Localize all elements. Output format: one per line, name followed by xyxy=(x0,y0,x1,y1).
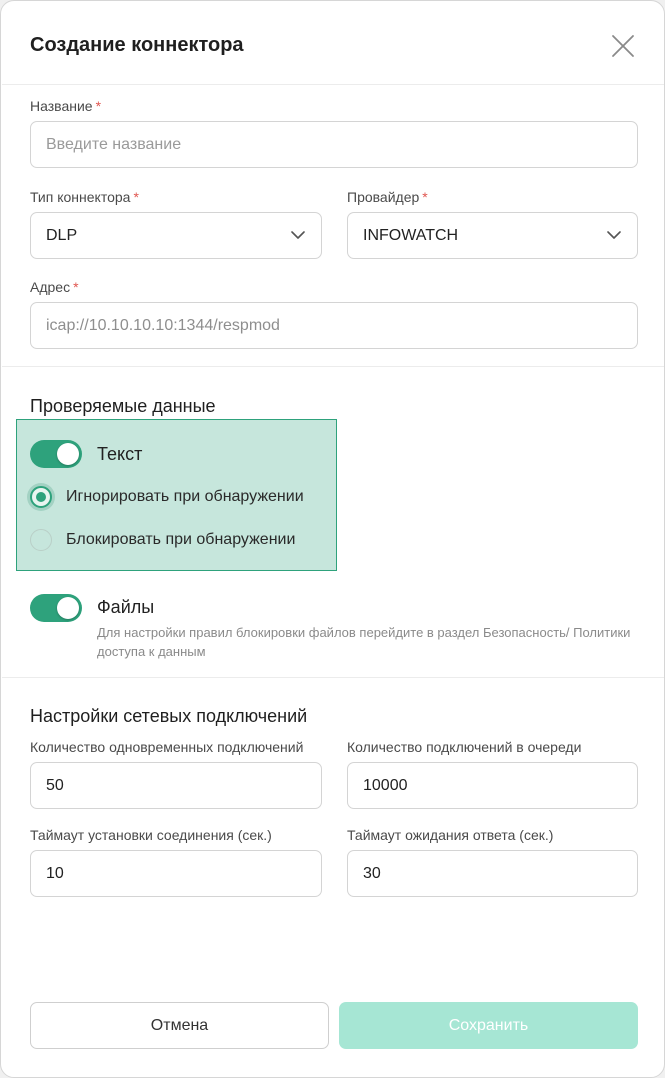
queue-field[interactable]: 10000 xyxy=(347,762,638,809)
header-divider xyxy=(2,84,664,85)
name-field[interactable] xyxy=(30,121,638,168)
network-title: Настройки сетевых подключений xyxy=(30,706,308,726)
checked-data-title: Проверяемые данные xyxy=(30,396,216,416)
response-timeout-label: Таймаут ожидания ответа (сек.) xyxy=(347,827,554,843)
files-hint: Для настройки правил блокировки файлов п… xyxy=(97,625,631,659)
address-label: Адрес * xyxy=(30,279,79,295)
text-toggle-label: Текст xyxy=(97,444,143,464)
concurrent-field[interactable]: 50 xyxy=(30,762,322,809)
chevron-down-icon xyxy=(607,231,621,239)
close-button[interactable] xyxy=(609,32,637,60)
response-timeout-value: 30 xyxy=(363,864,381,882)
chevron-down-icon xyxy=(291,231,305,239)
radio-block[interactable]: Блокировать при обнаружении xyxy=(30,528,295,552)
radio-block-label: Блокировать при обнаружении xyxy=(66,531,296,548)
radio-ignore-label: Игнорировать при обнаружении xyxy=(66,488,304,505)
radio-ignore[interactable]: Игнорировать при обнаружении xyxy=(30,485,304,509)
response-timeout-field[interactable]: 30 xyxy=(347,850,638,897)
radio-ignore-button[interactable] xyxy=(30,486,52,508)
provider-select[interactable]: INFOWATCH xyxy=(347,212,638,259)
text-toggle[interactable] xyxy=(30,440,82,468)
close-icon xyxy=(612,35,634,57)
connector-type-select[interactable]: DLP xyxy=(30,212,322,259)
section-divider-1 xyxy=(2,366,664,367)
address-field[interactable]: icap://10.10.10.10:1344/respmod xyxy=(30,302,638,349)
toggle-knob xyxy=(57,597,79,619)
provider-label: Провайдер * xyxy=(347,189,428,205)
address-value: icap://10.10.10.10:1344/respmod xyxy=(46,316,280,334)
cancel-button[interactable]: Отмена xyxy=(30,1002,329,1049)
connect-timeout-label: Таймаут установки соединения (сек.) xyxy=(30,827,272,843)
provider-value: INFOWATCH xyxy=(363,226,459,244)
save-button[interactable]: Сохранить xyxy=(339,1002,638,1049)
files-toggle[interactable] xyxy=(30,594,82,622)
toggle-knob xyxy=(57,443,79,465)
concurrent-value: 50 xyxy=(46,776,64,794)
section-divider-2 xyxy=(2,677,664,678)
name-input[interactable] xyxy=(46,122,637,167)
concurrent-label: Количество одновременных подключений xyxy=(30,739,304,755)
create-connector-dialog: Создание коннектора Название* Тип коннек… xyxy=(0,0,665,1078)
name-label: Название * xyxy=(30,98,102,114)
dialog-title: Создание коннектора xyxy=(30,34,244,56)
files-toggle-label: Файлы xyxy=(97,597,155,617)
connect-timeout-field[interactable]: 10 xyxy=(30,850,322,897)
radio-block-button[interactable] xyxy=(30,529,52,551)
queue-label: Количество подключений в очереди xyxy=(347,739,582,755)
connector-type-value: DLP xyxy=(46,226,78,244)
connect-timeout-value: 10 xyxy=(46,864,64,882)
queue-value: 10000 xyxy=(363,776,408,794)
connector-type-label: Тип коннектора * xyxy=(30,189,139,205)
